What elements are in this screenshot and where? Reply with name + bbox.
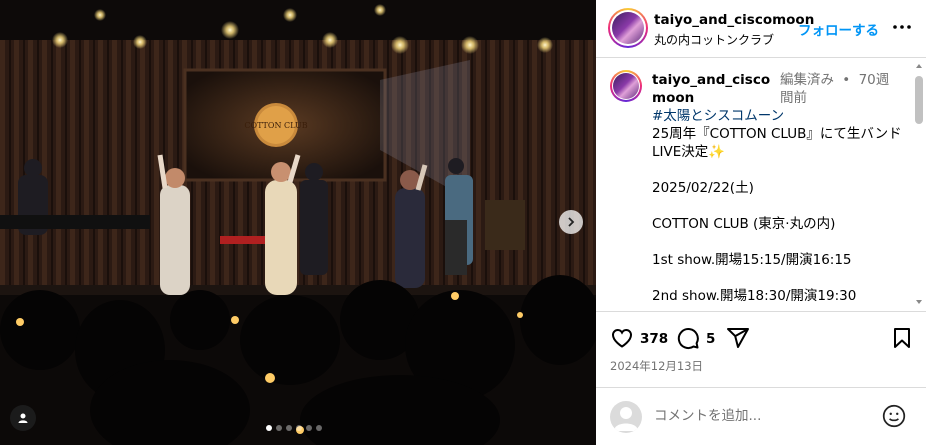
carousel-indicator bbox=[266, 425, 322, 431]
caption-line: COTTON CLUB (東京·丸の内) bbox=[652, 216, 836, 232]
carousel-dot bbox=[286, 425, 292, 431]
bookmark-icon[interactable] bbox=[890, 326, 914, 350]
post-header: taiyo_and_ciscomoon 丸の内コットンクラブ フォローする bbox=[596, 0, 926, 58]
caption-text: #太陽とシスコムーン 25周年『COTTON CLUB』にて生バンドLIVE決定… bbox=[652, 107, 902, 305]
concert-photo: COTTON CLUB bbox=[0, 0, 596, 445]
user-tag-button[interactable] bbox=[10, 405, 36, 431]
caption-line bbox=[652, 269, 902, 287]
caption-scrollbar[interactable] bbox=[915, 62, 923, 306]
carousel-dot bbox=[276, 425, 282, 431]
add-comment-row bbox=[596, 388, 926, 445]
comment-input[interactable] bbox=[654, 405, 854, 427]
post-actions: 378 5 2024年12月13日 bbox=[596, 312, 926, 382]
post-side-panel: taiyo_and_ciscomoon 丸の内コットンクラブ フォローする ta… bbox=[596, 0, 926, 445]
scrollbar-thumb[interactable] bbox=[915, 76, 923, 124]
comment-icon[interactable] bbox=[676, 326, 700, 350]
caption-line bbox=[652, 161, 902, 179]
carousel-dot bbox=[266, 425, 272, 431]
caption-line: 2025/02/22(土) bbox=[652, 180, 754, 196]
carousel-dot bbox=[316, 425, 322, 431]
carousel-next-button[interactable] bbox=[559, 210, 583, 234]
like-count[interactable]: 378 bbox=[640, 331, 668, 347]
scroll-up-icon[interactable] bbox=[915, 62, 923, 70]
caption-line: 2nd show.開場18:30/開演19:30 bbox=[652, 288, 857, 304]
caption-line: 25周年『COTTON CLUB』にて生バンドLIVE決定✨ bbox=[652, 126, 902, 160]
comment-count[interactable]: 5 bbox=[706, 331, 715, 347]
emoji-picker-icon[interactable] bbox=[881, 403, 907, 429]
carousel-dot bbox=[306, 425, 312, 431]
caption-avatar[interactable] bbox=[610, 70, 642, 102]
chevron-right-icon bbox=[568, 217, 575, 227]
sparkles-emoji-icon: ✨ bbox=[708, 144, 726, 160]
current-user-avatar bbox=[610, 401, 642, 433]
post-media[interactable]: COTTON CLUB bbox=[0, 0, 596, 445]
header-location[interactable]: 丸の内コットンクラブ bbox=[654, 31, 774, 48]
more-options-icon[interactable] bbox=[892, 17, 912, 37]
profile-avatar[interactable] bbox=[608, 8, 648, 48]
meta-separator: • bbox=[842, 72, 851, 88]
caption-line: 1st show.開場15:15/開演16:15 bbox=[652, 252, 852, 268]
share-icon[interactable] bbox=[726, 326, 750, 350]
caption-line bbox=[652, 197, 902, 215]
edited-label: 編集済み bbox=[780, 72, 834, 88]
scroll-down-icon[interactable] bbox=[915, 298, 923, 306]
hashtag-link[interactable]: #太陽とシスコムーン bbox=[652, 107, 902, 125]
caption-area: taiyo_and_ciscomoon 編集済み • 70週間前 #太陽とシスコ… bbox=[596, 58, 926, 311]
caption-line bbox=[652, 233, 902, 251]
heart-icon[interactable] bbox=[610, 326, 634, 350]
header-username[interactable]: taiyo_and_ciscomoon bbox=[654, 12, 814, 28]
user-tag-icon bbox=[18, 413, 28, 423]
caption-meta: 編集済み • 70週間前 bbox=[780, 71, 900, 107]
caption-username[interactable]: taiyo_and_ciscomoon bbox=[652, 71, 772, 107]
follow-button[interactable]: フォローする bbox=[798, 19, 879, 39]
venue-sign: COTTON CLUB bbox=[244, 121, 307, 130]
post-date[interactable]: 2024年12月13日 bbox=[610, 358, 703, 374]
carousel-dot bbox=[296, 425, 302, 431]
